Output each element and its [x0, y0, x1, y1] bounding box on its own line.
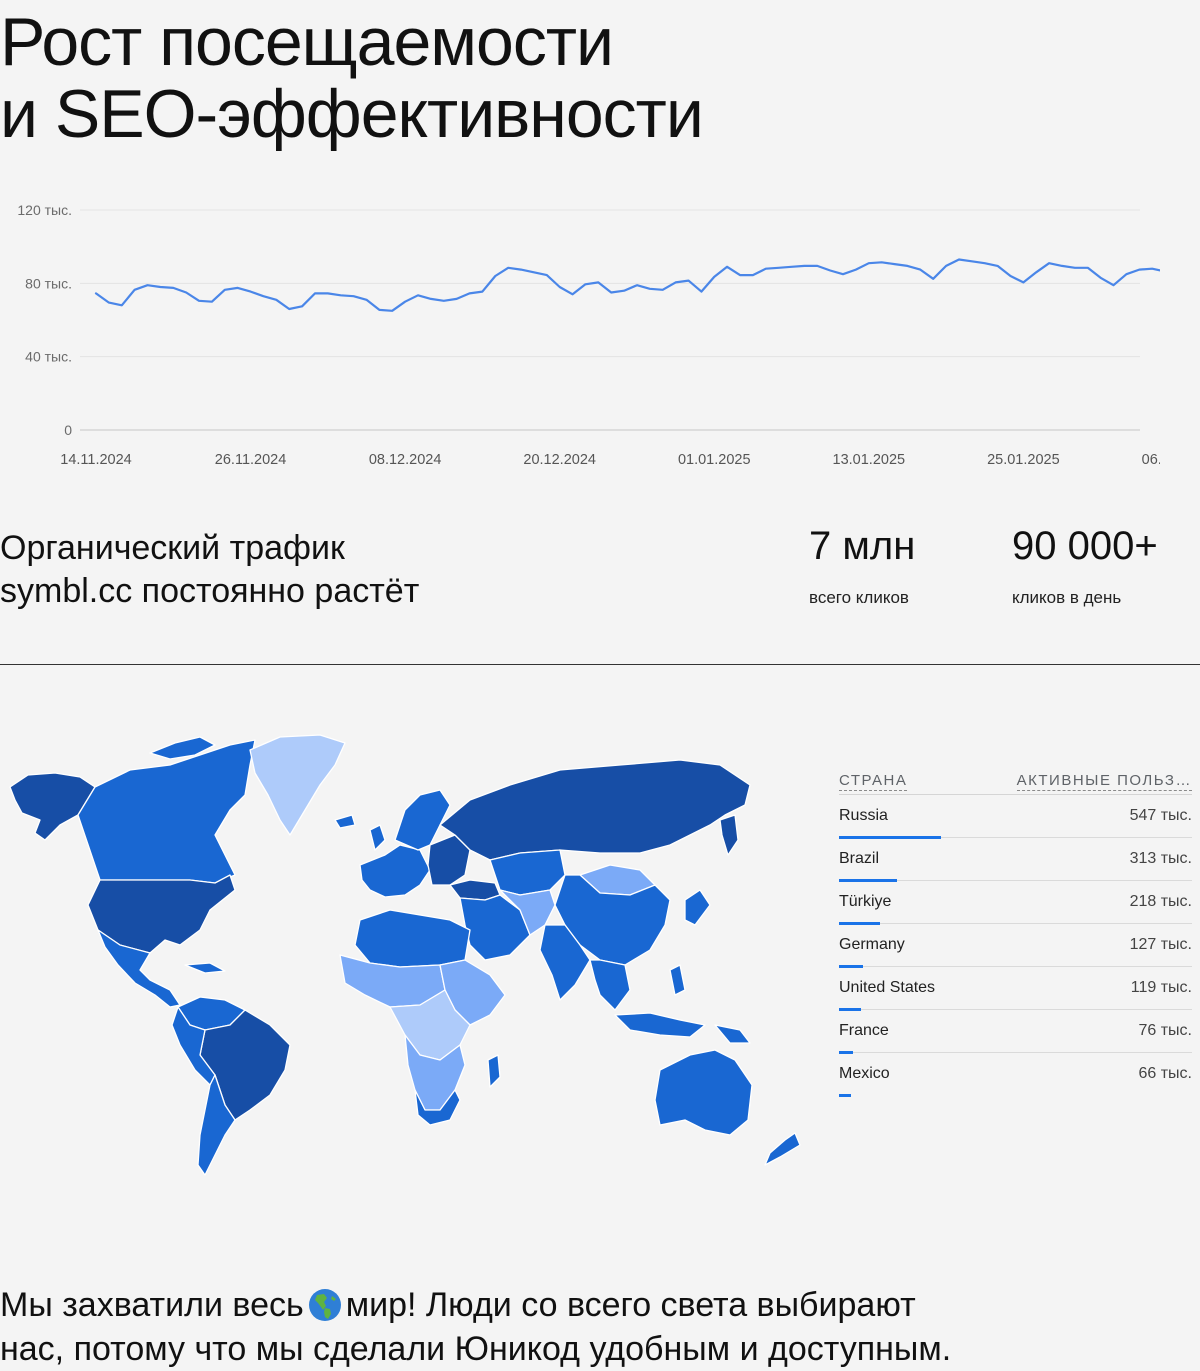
active-users-value: 119 тыс.: [1130, 979, 1192, 996]
x-tick-label: 01.01.2025: [678, 452, 751, 468]
active-users-value: 76 тыс.: [1138, 1022, 1192, 1039]
map-region-greenland: [249, 734, 346, 836]
y-tick-label: 0: [64, 422, 72, 438]
footer-line-2: нас, потому что мы сделали Юникод удобны…: [0, 1330, 952, 1368]
country-name: Brazil: [839, 850, 880, 867]
footer-line-1: Мы захватили весь мир! Люди со всего све…: [0, 1283, 951, 1327]
country-table: СТРАНА АКТИВНЫЕ ПОЛЬЗ… Russia 547 тыс. Bra…: [839, 762, 1192, 1097]
table-header: СТРАНА АКТИВНЫЕ ПОЛЬЗ…: [839, 762, 1192, 795]
traffic-line-1: Органический трафик: [0, 529, 345, 567]
map-region-uk: [369, 824, 386, 851]
country-name: Russia: [839, 807, 888, 824]
map-region-caribbean: [184, 962, 226, 974]
table-body: Russia 547 тыс. Brazil 313 тыс. Türkiye 218 т…: [839, 795, 1192, 1097]
title-line-1: Рост посещаемости: [0, 4, 614, 80]
daily-clicks-label: кликов в день: [1012, 588, 1122, 607]
section-divider: [0, 664, 1200, 665]
map-region-europe-west: [359, 844, 431, 898]
map-region-new-zealand: [764, 1132, 801, 1166]
table-row[interactable]: Mexico 66 тыс.: [839, 1053, 1192, 1097]
country-name: Mexico: [839, 1065, 890, 1082]
map-region-japan: [684, 889, 711, 926]
daily-clicks-stat: 90 000+ кликов в день: [1012, 522, 1158, 608]
col-active-users[interactable]: АКТИВНЫЕ ПОЛЬЗ…: [1016, 772, 1192, 791]
map-region-iceland: [334, 814, 356, 829]
y-tick-label: 40 тыс.: [25, 349, 72, 365]
x-tick-label: 06.02.2025: [1142, 452, 1160, 468]
table-row[interactable]: Russia 547 тыс.: [839, 795, 1192, 839]
y-tick-label: 120 тыс.: [17, 202, 72, 218]
active-users-value: 66 тыс.: [1138, 1065, 1192, 1082]
country-name: Türkiye: [839, 893, 892, 910]
x-tick-label: 13.01.2025: [833, 452, 906, 468]
country-name: Germany: [839, 936, 905, 953]
title-line-2: и SEO-эффективности: [0, 76, 704, 152]
page-title: Рост посещаемости и SEO-эффективности: [0, 4, 704, 152]
total-clicks-label: всего кликов: [809, 588, 909, 607]
map-region-kamchatka: [719, 814, 739, 856]
footer-line-1-part2: мир! Люди со всего света выбирают: [345, 1286, 916, 1324]
footer-line-1-part1: Мы захватили весь: [0, 1286, 304, 1324]
x-tick-label: 25.01.2025: [987, 452, 1060, 468]
traffic-line-chart: 0 40 тыс. 80 тыс. 120 тыс. 14.11.2024 26.11.2…: [17, 202, 1160, 468]
country-name: United States: [839, 979, 936, 996]
map-region-australia: [654, 1049, 753, 1136]
total-clicks-stat: 7 млн всего кликов: [809, 522, 915, 608]
x-tick-label: 08.12.2024: [369, 452, 442, 468]
table-row[interactable]: Brazil 313 тыс.: [839, 838, 1192, 882]
map-region-north-africa: [354, 909, 471, 968]
map-region-alaska: [9, 772, 96, 841]
map-region-canada: [77, 739, 256, 884]
total-clicks-value: 7 млн: [809, 524, 916, 568]
map-region-new-guinea: [714, 1024, 751, 1044]
footer-text: Мы захватили весь мир! Люди со всего све…: [0, 1283, 951, 1371]
daily-clicks-value: 90 000+: [1012, 524, 1158, 568]
map-region-indonesia: [614, 1012, 706, 1038]
world-map: [9, 734, 801, 1176]
map-region-central-asia: [489, 849, 566, 896]
table-row[interactable]: Türkiye 218 тыс.: [839, 881, 1192, 925]
map-region-philippines: [669, 964, 686, 996]
traffic-description: Органический трафик symbl.cc постоянно р…: [0, 527, 419, 613]
map-region-madagascar: [487, 1054, 501, 1088]
col-country[interactable]: СТРАНА: [839, 772, 908, 791]
map-region-russia: [439, 759, 751, 861]
country-name: France: [839, 1022, 889, 1039]
active-users-value: 547 тыс.: [1129, 807, 1192, 824]
globe-americas-icon: [308, 1289, 341, 1321]
x-tick-label: 20.12.2024: [523, 452, 596, 468]
active-users-value: 127 тыс.: [1129, 936, 1192, 953]
active-users-value: 218 тыс.: [1129, 893, 1192, 910]
traffic-line-2: symbl.cc постоянно растёт: [0, 572, 420, 610]
table-row[interactable]: Germany 127 тыс.: [839, 924, 1192, 968]
table-row[interactable]: United States 119 тыс.: [839, 967, 1192, 1011]
x-tick-label: 14.11.2024: [60, 452, 132, 468]
share-bar: [839, 1094, 852, 1097]
x-tick-label: 26.11.2024: [215, 452, 287, 468]
active-users-value: 313 тыс.: [1129, 850, 1192, 867]
y-tick-label: 80 тыс.: [25, 275, 72, 291]
table-row[interactable]: France 76 тыс.: [839, 1010, 1192, 1054]
traffic-line-series: [94, 258, 1160, 312]
map-region-southeast-asia: [589, 959, 631, 1011]
